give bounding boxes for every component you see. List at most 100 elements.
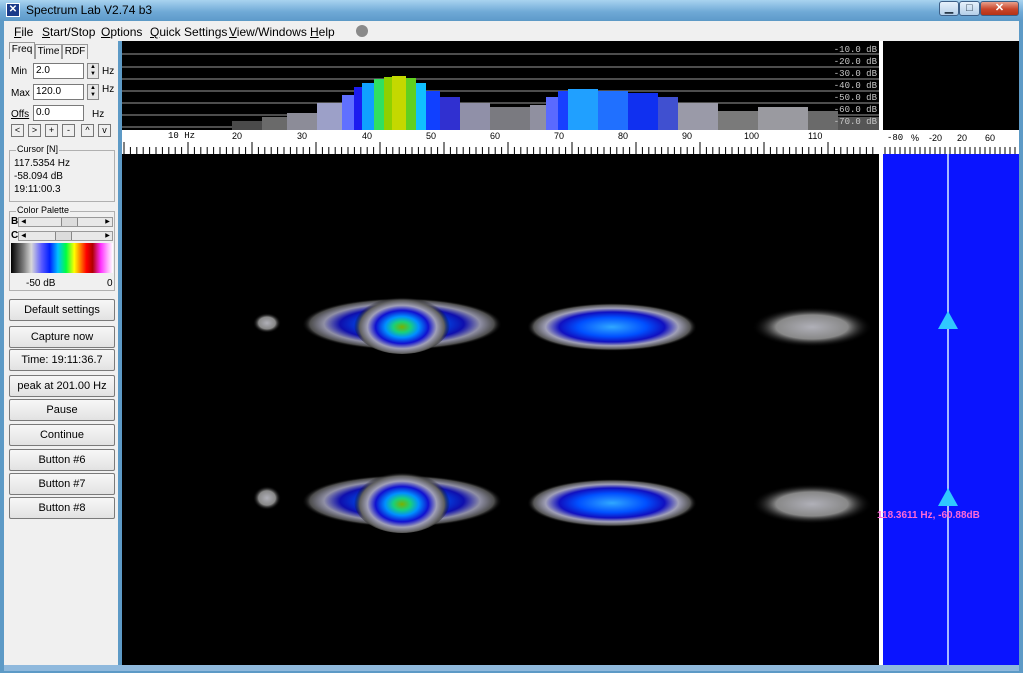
contrast-slider[interactable]: ◀ ▶	[18, 231, 113, 241]
cursor-frequency: 117.5354 Hz	[14, 158, 70, 169]
menu-start-stop-accel: S	[42, 25, 51, 39]
menu-options[interactable]: Options	[101, 25, 142, 39]
record-indicator-icon	[356, 25, 368, 37]
brightness-slider-thumb[interactable]	[61, 218, 78, 226]
title-bar[interactable]: ✕ Spectrum Lab V2.74 b3 ▁ □ ✕	[0, 0, 1023, 20]
db-label: -60.0 dB	[833, 105, 877, 115]
freq-label: 10 Hz	[168, 131, 196, 141]
button-6[interactable]: Button #6	[9, 449, 115, 471]
level-peak-marker-icon	[938, 311, 958, 329]
level-peak-marker-icon	[938, 488, 958, 506]
menu-view-windows-label: iew/Windows	[236, 25, 307, 39]
scroll-down-button[interactable]: v	[98, 124, 111, 137]
button-7[interactable]: Button #7	[9, 473, 115, 495]
offset-input[interactable]: 0.0	[33, 105, 84, 121]
contrast-slider-thumb[interactable]	[55, 232, 72, 240]
palette-min-label: -50 dB	[26, 278, 56, 289]
menu-file[interactable]: File	[14, 25, 33, 39]
level-scale-ticks	[884, 147, 1016, 154]
freq-label: 50	[426, 131, 437, 141]
db-label: -50.0 dB	[833, 93, 877, 103]
level-scale: -80 % -20 20 60	[883, 130, 1019, 154]
level-trace-line	[947, 154, 949, 665]
peak-button[interactable]: peak at 201.00 Hz	[9, 375, 115, 397]
zoom-in-button[interactable]: +	[45, 124, 58, 137]
brightness-slider[interactable]: ◀ ▶	[18, 217, 113, 227]
menu-options-accel: O	[101, 25, 111, 39]
default-settings-button[interactable]: Default settings	[9, 299, 115, 321]
menu-view-windows-accel: V	[229, 25, 237, 39]
pause-button[interactable]: Pause	[9, 399, 115, 421]
min-freq-spinner[interactable]: ▲ ▼	[87, 63, 99, 79]
frequency-axis[interactable]: 10 Hz 20 30 40 50 60 70 80 90 100 110	[122, 130, 879, 154]
control-panel: Freq Time RDF Min 2.0 ▲ ▼ Hz Max 120.0 ▲ ▼…	[4, 41, 118, 665]
menu-help-label: elp	[318, 25, 335, 39]
waterfall-trace-2	[253, 469, 872, 533]
capture-now-button[interactable]: Capture now	[9, 326, 115, 348]
color-palette-title: Color Palette	[16, 205, 71, 215]
brightness-right-arrow-icon[interactable]: ▶	[103, 218, 112, 226]
max-freq-spinner[interactable]: ▲ ▼	[87, 84, 99, 100]
minimize-button[interactable]: ▁	[939, 1, 959, 16]
tab-rdf[interactable]: RDF	[62, 44, 88, 59]
freq-label: 80	[618, 131, 629, 141]
level-trace-panel[interactable]	[883, 154, 1019, 665]
app-icon: ✕	[6, 3, 20, 17]
menu-quick-settings[interactable]: Quick Settings	[150, 25, 227, 39]
menu-start-stop-label: tart/Stop	[50, 25, 96, 39]
button-8[interactable]: Button #8	[9, 497, 115, 519]
freq-label: 90	[682, 131, 693, 141]
time-button[interactable]: Time: 19:11:36.7	[9, 349, 115, 371]
db-label: -30.0 dB	[833, 69, 877, 79]
min-label: Min	[11, 66, 28, 77]
application-window: ✕ Spectrum Lab V2.74 b3 ▁ □ ✕ File Start…	[0, 0, 1023, 673]
max-freq-input[interactable]: 120.0	[33, 84, 84, 100]
db-label: -70.0 dB	[833, 117, 877, 127]
max-label: Max	[11, 88, 30, 99]
menu-view-windows[interactable]: View/Windows	[229, 25, 307, 39]
tab-time[interactable]: Time	[35, 44, 62, 59]
offs-unit-label: Hz	[92, 109, 105, 120]
max-unit-label: Hz	[102, 84, 115, 95]
window-bottom-border	[4, 665, 1019, 671]
menu-options-label: ptions	[110, 25, 143, 39]
freq-label: 70	[554, 131, 565, 141]
palette-max-label: 0	[107, 278, 113, 289]
db-label: -40.0 dB	[833, 81, 877, 91]
contrast-right-arrow-icon[interactable]: ▶	[103, 232, 112, 240]
db-scale-labels: -10.0 dB -20.0 dB -30.0 dB -40.0 dB -50.…	[817, 44, 877, 128]
menu-help[interactable]: Help	[310, 25, 335, 39]
shift-left-button[interactable]: <	[11, 124, 24, 137]
zoom-out-button[interactable]: -	[62, 124, 75, 137]
close-button[interactable]: ✕	[980, 1, 1019, 16]
menu-quick-settings-accel: Q	[150, 25, 160, 39]
maximize-button[interactable]: □	[959, 1, 980, 16]
menu-quick-settings-label: uick Settings	[159, 25, 228, 39]
freq-label: 60	[490, 131, 501, 141]
shift-right-button[interactable]: >	[28, 124, 41, 137]
menu-start-stop[interactable]: Start/Stop	[42, 25, 95, 39]
cursor-group-title: Cursor [N]	[16, 144, 60, 154]
db-label: -20.0 dB	[833, 57, 877, 67]
tab-freq[interactable]: Freq	[9, 42, 35, 59]
scroll-up-button[interactable]: ^	[81, 124, 94, 137]
brightness-left-arrow-icon[interactable]: ◀	[19, 218, 28, 226]
db-label: -10.0 dB	[833, 45, 877, 55]
contrast-left-arrow-icon[interactable]: ◀	[19, 232, 28, 240]
cursor-time: 19:11:00.3	[14, 184, 61, 195]
offs-label: Offs	[11, 109, 30, 120]
window-title: Spectrum Lab V2.74 b3	[26, 3, 153, 17]
color-palette-bar[interactable]	[11, 243, 113, 273]
continue-button[interactable]: Continue	[9, 424, 115, 446]
min-unit-label: Hz	[102, 66, 115, 77]
menu-bar: File Start/Stop Options Quick Settings V…	[4, 21, 1019, 41]
freq-label: 20	[232, 131, 243, 141]
menu-help-accel: H	[310, 25, 319, 39]
freq-label: 40	[362, 131, 373, 141]
menu-file-label: ile	[21, 25, 34, 39]
cursor-group: Cursor [N] 117.5354 Hz -58.094 dB 19:11:…	[9, 144, 115, 202]
freq-label: 30	[297, 131, 308, 141]
min-freq-input[interactable]: 2.0	[33, 63, 84, 79]
freq-label: 100	[744, 131, 760, 141]
peak-readout: 118.3611 Hz, -60.88dB	[877, 510, 980, 521]
